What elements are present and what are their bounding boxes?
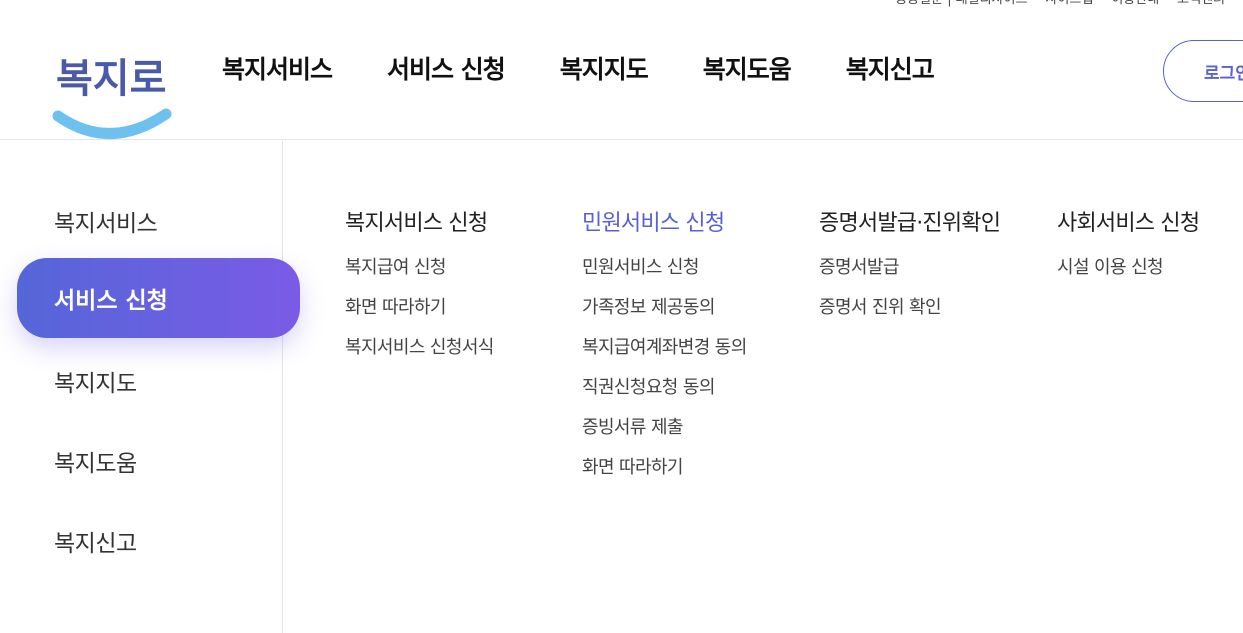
gnb-welfare-service[interactable]: 복지서비스 [222,50,333,86]
menu-link[interactable]: 증빙서류 제출 [582,415,747,455]
gnb-welfare-report[interactable]: 복지신고 [846,50,935,86]
menu-column-certificate: 증명서발급·진위확인 증명서발급 증명서 진위 확인 [819,205,1001,335]
side-item-welfare-service[interactable]: 복지서비스 [54,204,158,238]
menu-link[interactable]: 가족정보 제공동의 [582,295,747,335]
menu-link[interactable]: 증명서발급 [819,255,1000,295]
menu-link[interactable]: 직권신청요청 동의 [582,375,747,415]
menu-column-welfare-apply: 복지서비스 신청 복지급여 신청 화면 따라하기 복지서비스 신청서식 [345,205,494,375]
column-title[interactable]: 복지서비스 신청 [345,205,494,237]
menu-column-civil-apply: 민원서비스 신청 민원서비스 신청 가족정보 제공동의 복지급여계좌변경 동의 … [582,205,747,495]
menu-column-social-service: 사회서비스 신청 시설 이용 신청 [1057,205,1200,295]
side-item-welfare-report[interactable]: 복지신고 [54,524,137,558]
login-button[interactable]: 로그인 [1163,40,1243,102]
menu-link[interactable]: 화면 따라하기 [345,295,494,335]
global-nav: 복지서비스 서비스 신청 복지지도 복지도움 복지신고 [222,50,935,86]
menu-link[interactable]: 복지서비스 신청서식 [345,335,494,375]
gnb-welfare-help[interactable]: 복지도움 [703,50,792,86]
side-item-welfare-map[interactable]: 복지지도 [54,364,137,398]
menu-link[interactable]: 복지급여 신청 [345,255,494,295]
gnb-welfare-map[interactable]: 복지지도 [560,50,649,86]
site-header: 복지로 복지서비스 서비스 신청 복지지도 복지도움 복지신고 로그인 [0,0,1243,140]
side-item-service-apply[interactable]: 서비스 신청 [17,258,300,338]
menu-link[interactable]: 민원서비스 신청 [582,255,747,295]
menu-link[interactable]: 복지급여계좌변경 동의 [582,335,747,375]
site-logo[interactable]: 복지로 [50,34,175,142]
column-title[interactable]: 증명서발급·진위확인 [819,205,1001,237]
logo-mark-icon: 복지로 [52,56,172,139]
side-menu: 복지서비스 복지지도 복지도움 복지신고 [0,141,283,633]
logo-text: 복지로 [56,56,166,102]
side-item-welfare-help[interactable]: 복지도움 [54,444,137,478]
menu-link[interactable]: 화면 따라하기 [582,455,747,495]
column-title[interactable]: 사회서비스 신청 [1057,205,1200,237]
column-title-active[interactable]: 민원서비스 신청 [582,205,747,237]
menu-link[interactable]: 증명서 진위 확인 [819,295,1000,335]
gnb-service-apply[interactable]: 서비스 신청 [387,50,506,86]
menu-link[interactable]: 시설 이용 신청 [1057,255,1199,295]
